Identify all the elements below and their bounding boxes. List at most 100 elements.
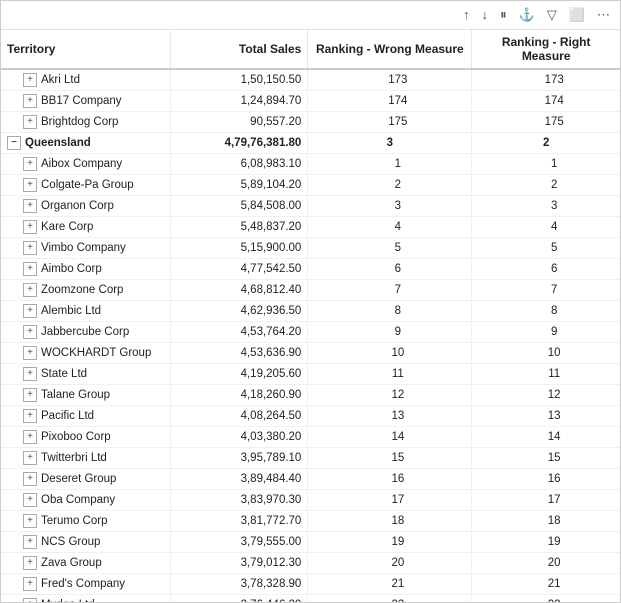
cell-rank-wrong: 17 (308, 489, 472, 510)
col-header-right[interactable]: Ranking - Right Measure (472, 30, 620, 69)
expand-collapse-icon[interactable]: + (23, 430, 37, 444)
cell-rank-right: 13 (472, 405, 620, 426)
expand-collapse-icon[interactable]: + (23, 514, 37, 528)
territory-name: Pixoboo Corp (41, 431, 111, 443)
anchor-icon[interactable]: ⚓ (517, 5, 537, 25)
expand-collapse-icon[interactable]: + (23, 535, 37, 549)
sort-asc-icon[interactable]: ↑ (461, 5, 472, 24)
cell-sales: 6,08,983.10 (170, 153, 308, 174)
cell-sales: 4,79,76,381.80 (170, 132, 308, 153)
expand-collapse-icon[interactable]: + (23, 262, 37, 276)
cell-rank-wrong: 12 (308, 384, 472, 405)
cell-rank-right: 1 (472, 153, 620, 174)
cell-rank-wrong: 8 (308, 300, 472, 321)
sort-desc-icon[interactable]: ↓ (480, 5, 491, 24)
expand-collapse-icon[interactable]: + (23, 577, 37, 591)
expand-collapse-icon[interactable]: + (23, 73, 37, 87)
cell-territory: +WOCKHARDT Group (1, 342, 170, 363)
expand-collapse-icon[interactable]: + (23, 94, 37, 108)
pause-icon[interactable]: ⏸ (498, 5, 509, 25)
cell-rank-right: 16 (472, 468, 620, 489)
cell-sales: 5,89,104.20 (170, 174, 308, 195)
expand-collapse-icon[interactable]: + (23, 451, 37, 465)
cell-rank-right: 174 (472, 90, 620, 111)
expand-collapse-icon[interactable]: − (7, 136, 21, 150)
territory-name: Alembic Ltd (41, 305, 101, 317)
cell-rank-wrong: 173 (308, 69, 472, 91)
table-row: +Kare Corp5,48,837.2044 (1, 216, 620, 237)
territory-name: Akri Ltd (41, 74, 80, 86)
cell-sales: 4,68,812.40 (170, 279, 308, 300)
cell-territory: +Twitterbri Ltd (1, 447, 170, 468)
cell-rank-right: 14 (472, 426, 620, 447)
territory-name: Pacific Ltd (41, 410, 94, 422)
table-row: +Zoomzone Corp4,68,812.4077 (1, 279, 620, 300)
cell-sales: 5,48,837.20 (170, 216, 308, 237)
cell-territory: −Queensland (1, 132, 170, 153)
cell-territory: +Kare Corp (1, 216, 170, 237)
expand-collapse-icon[interactable]: + (23, 472, 37, 486)
cell-territory: + Vimbo Company (1, 237, 170, 258)
expand-collapse-icon[interactable]: + (23, 304, 37, 318)
territory-name: BB17 Company (41, 95, 122, 107)
cell-territory: + Pacific Ltd (1, 405, 170, 426)
expand-collapse-icon[interactable]: + (23, 241, 37, 255)
cell-sales: 3,79,012.30 (170, 552, 308, 573)
col-header-sales[interactable]: Total Sales (170, 30, 308, 69)
table-scroll-area[interactable]: Territory Total Sales Ranking - Wrong Me… (1, 30, 620, 602)
cell-rank-right: 3 (472, 195, 620, 216)
expand-collapse-icon[interactable]: + (23, 220, 37, 234)
table-row: +State Ltd4,19,205.601111 (1, 363, 620, 384)
cell-rank-wrong: 14 (308, 426, 472, 447)
cell-territory: +Organon Corp (1, 195, 170, 216)
cell-rank-wrong: 2 (308, 174, 472, 195)
table-row: +WOCKHARDT Group4,53,636.901010 (1, 342, 620, 363)
cell-rank-right: 173 (472, 69, 620, 91)
expand-collapse-icon[interactable]: + (23, 115, 37, 129)
expand-collapse-icon[interactable]: + (23, 388, 37, 402)
territory-name: Colgate-Pa Group (41, 179, 134, 191)
cell-rank-wrong: 13 (308, 405, 472, 426)
cell-territory: + Akri Ltd (1, 69, 170, 91)
expand-collapse-icon[interactable]: + (23, 325, 37, 339)
expand-collapse-icon[interactable]: + (23, 178, 37, 192)
expand-collapse-icon[interactable]: + (23, 409, 37, 423)
cell-rank-wrong: 1 (308, 153, 472, 174)
cell-rank-wrong: 174 (308, 90, 472, 111)
table-row: +Twitterbri Ltd3,95,789.101515 (1, 447, 620, 468)
expand-icon[interactable]: ⬜ (567, 5, 587, 25)
cell-territory: +Aibox Company (1, 153, 170, 174)
cell-sales: 5,15,900.00 (170, 237, 308, 258)
col-header-wrong[interactable]: Ranking - Wrong Measure (308, 30, 472, 69)
cell-territory: + Colgate-Pa Group (1, 174, 170, 195)
cell-sales: 4,08,264.50 (170, 405, 308, 426)
cell-territory: + State Ltd (1, 363, 170, 384)
cell-rank-wrong: 175 (308, 111, 472, 132)
cell-territory: + Alembic Ltd (1, 300, 170, 321)
expand-collapse-icon[interactable]: + (23, 283, 37, 297)
expand-collapse-icon[interactable]: + (23, 598, 37, 602)
expand-collapse-icon[interactable]: + (23, 367, 37, 381)
cell-rank-wrong: 9 (308, 321, 472, 342)
table-row: +Jabbercube Corp4,53,764.2099 (1, 321, 620, 342)
table-row: +Deseret Group3,89,484.401616 (1, 468, 620, 489)
filter-icon[interactable]: ▽ (545, 5, 559, 25)
expand-collapse-icon[interactable]: + (23, 157, 37, 171)
expand-collapse-icon[interactable]: + (23, 556, 37, 570)
more-icon[interactable]: ⋯ (595, 5, 612, 25)
cell-territory: +NCS Group (1, 531, 170, 552)
expand-collapse-icon[interactable]: + (23, 346, 37, 360)
cell-rank-wrong: 5 (308, 237, 472, 258)
col-header-territory[interactable]: Territory (1, 30, 170, 69)
table-row: +Organon Corp5,84,508.0033 (1, 195, 620, 216)
territory-name: State Ltd (41, 368, 87, 380)
table-row: +NCS Group3,79,555.001919 (1, 531, 620, 552)
cell-sales: 4,77,542.50 (170, 258, 308, 279)
cell-territory: +Jabbercube Corp (1, 321, 170, 342)
table-row: +Akri Ltd1,50,150.50173173 (1, 69, 620, 91)
territory-name: Vimbo Company (41, 242, 126, 254)
expand-collapse-icon[interactable]: + (23, 493, 37, 507)
cell-territory: + BB17 Company (1, 90, 170, 111)
expand-collapse-icon[interactable]: + (23, 199, 37, 213)
table-row: +Zava Group3,79,012.302020 (1, 552, 620, 573)
